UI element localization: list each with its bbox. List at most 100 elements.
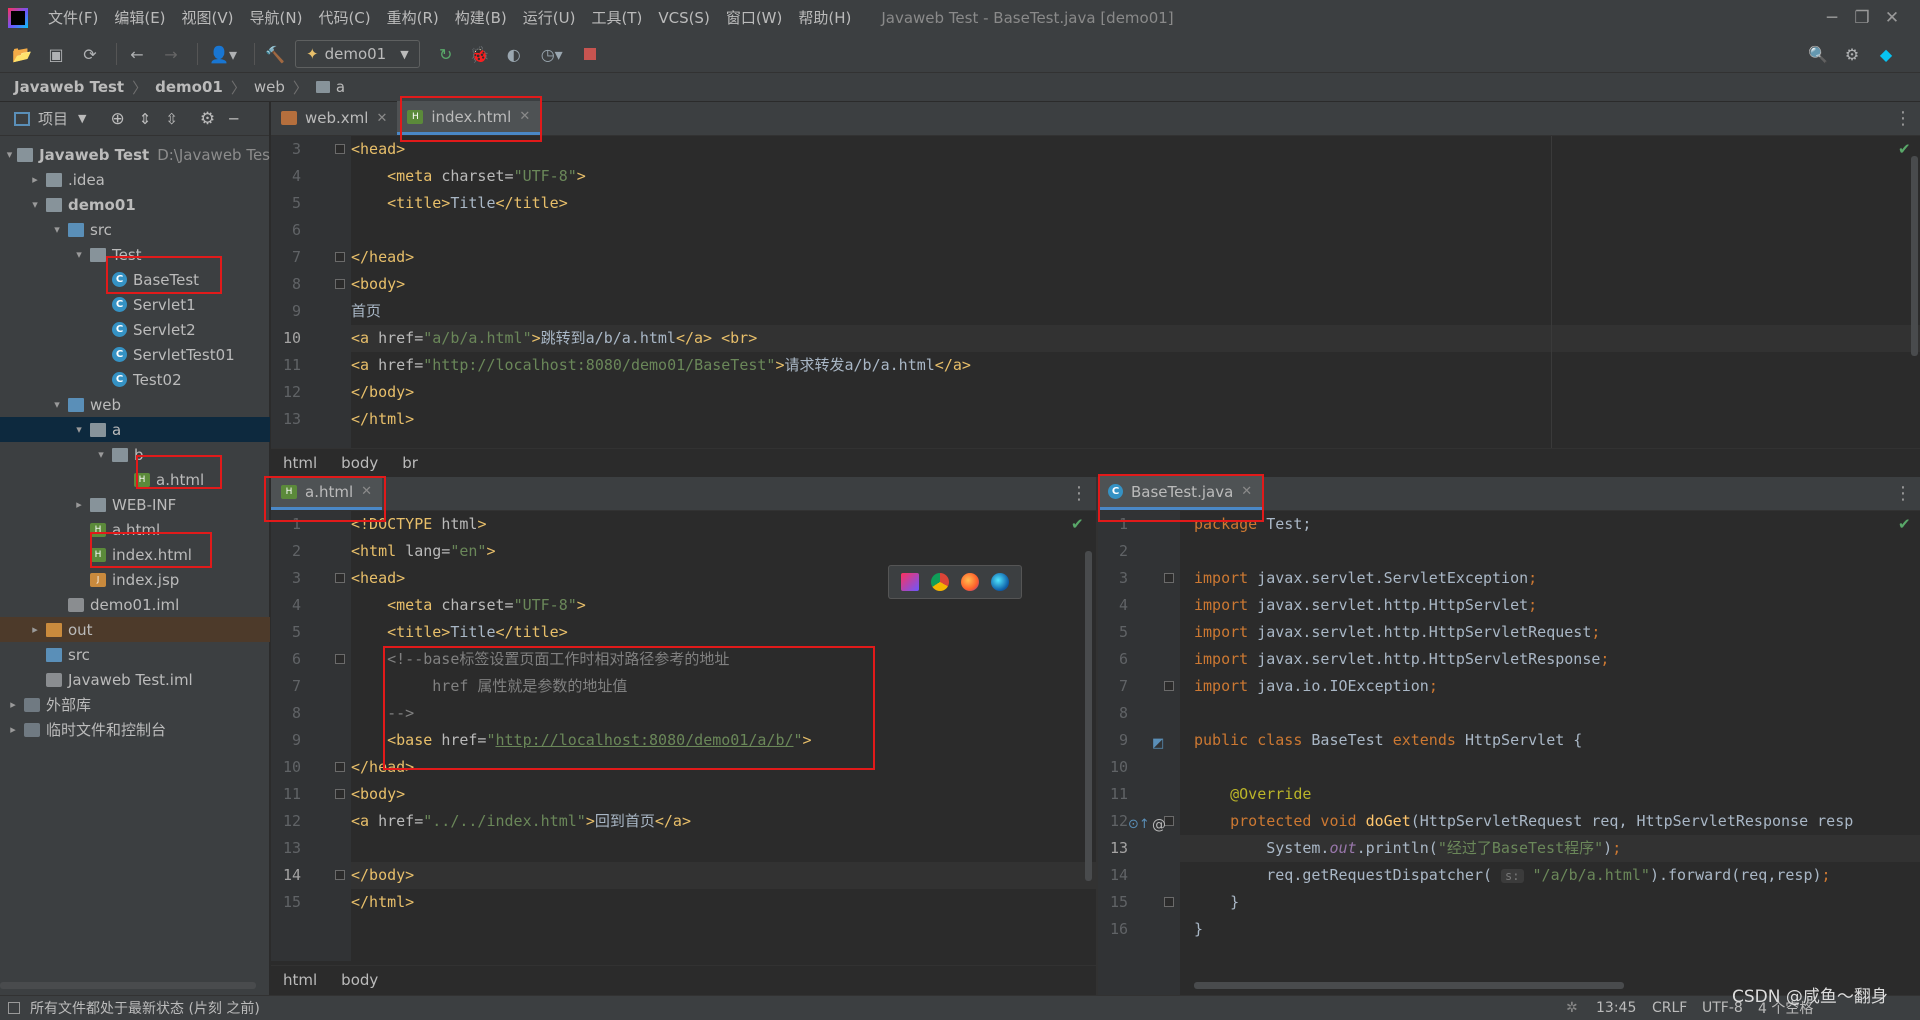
menu-item[interactable]: VCS(S) <box>650 0 717 36</box>
menu-item[interactable]: 运行(U) <box>515 0 584 36</box>
menu-item[interactable]: 工具(T) <box>583 0 650 36</box>
tree-node[interactable]: C BaseTest <box>0 267 270 292</box>
vertical-scrollbar[interactable] <box>1911 156 1918 356</box>
menu-item[interactable]: 构建(B) <box>447 0 515 36</box>
gear-icon[interactable]: ⚙ <box>1838 40 1866 68</box>
back-icon[interactable]: ← <box>123 40 151 68</box>
tab-web-xml[interactable]: web.xml ✕ <box>271 101 397 135</box>
project-view-selector[interactable]: 项目 <box>38 108 68 129</box>
tree-node[interactable]: ▾ a <box>0 417 270 442</box>
tree-node[interactable]: Hindex.html <box>0 542 270 567</box>
menu-item[interactable]: 代码(C) <box>310 0 378 36</box>
menu-item[interactable]: 导航(N) <box>242 0 311 36</box>
fold-marker-icon[interactable] <box>335 144 345 154</box>
edge-icon[interactable] <box>991 573 1009 591</box>
tab-basetest-java[interactable]: C BaseTest.java ✕ <box>1098 476 1263 510</box>
breadcrumb-folder-web[interactable]: web <box>254 78 285 96</box>
editor-breadcrumb-item[interactable]: br <box>402 454 418 472</box>
tree-node[interactable]: ▾ Javaweb Test D:\Javaweb Tes <box>0 142 270 167</box>
debug-bug-icon[interactable]: 🐞 <box>466 40 494 68</box>
chrome-icon[interactable] <box>931 573 949 591</box>
save-all-icon[interactable]: ▣ <box>42 40 70 68</box>
settings-gear-icon[interactable]: ⚙ <box>200 109 215 129</box>
implements-marker-icon[interactable]: ◩ <box>1152 736 1164 751</box>
chevron-down-icon[interactable]: ▼ <box>78 112 86 125</box>
tree-node[interactable]: ▸ .idea <box>0 167 270 192</box>
search-icon[interactable]: 🔍 <box>1804 40 1832 68</box>
top-code-editor[interactable]: 3 <head> 4 <meta charset="UTF-8"> 5 <title>… <box>271 136 1920 448</box>
fold-marker-icon[interactable] <box>1164 573 1174 583</box>
more-options-icon[interactable]: ⋮ <box>1070 483 1088 504</box>
tree-node[interactable]: ▾ demo01 <box>0 192 270 217</box>
breadcrumb-project[interactable]: Javaweb Test <box>14 78 124 96</box>
jetbrains-toolbox-icon[interactable]: ◆ <box>1872 40 1900 68</box>
breadcrumb-module[interactable]: demo01 <box>155 78 223 96</box>
hide-panel-icon[interactable]: ─ <box>229 110 238 128</box>
tree-node[interactable]: ▸ 外部库 <box>0 692 270 717</box>
chevron-right-icon[interactable]: ▸ <box>28 623 42 636</box>
close-icon[interactable]: ✕ <box>519 109 530 124</box>
tree-node[interactable]: C Test02 <box>0 367 270 392</box>
tree-node[interactable]: src <box>0 642 270 667</box>
tree-node[interactable]: ▸ 临时文件和控制台 <box>0 717 270 742</box>
editor-breadcrumb-item[interactable]: html <box>283 454 317 472</box>
tree-node[interactable]: Javaweb Test.iml <box>0 667 270 692</box>
intellij-browser-icon[interactable] <box>901 573 919 591</box>
tree-node[interactable]: C Servlet1 <box>0 292 270 317</box>
open-folder-icon[interactable]: 📂 <box>8 40 36 68</box>
locate-icon[interactable]: ⊕ <box>110 109 124 129</box>
fold-marker-icon[interactable] <box>335 762 345 772</box>
build-hammer-icon[interactable]: 🔨 <box>261 40 289 68</box>
tree-node[interactable]: ▾ web <box>0 392 270 417</box>
tree-node[interactable]: ▾ Test <box>0 242 270 267</box>
no-problems-check-icon[interactable]: ✔ <box>1071 515 1084 533</box>
tree-node[interactable]: C ServletTest01 <box>0 342 270 367</box>
chevron-down-icon[interactable]: ▾ <box>72 248 86 261</box>
chevron-down-icon[interactable]: ▾ <box>28 198 42 211</box>
rerun-icon[interactable]: ↻ <box>432 40 460 68</box>
chevron-right-icon[interactable]: ▸ <box>6 723 20 736</box>
chevron-down-icon[interactable]: ▾ <box>94 448 108 461</box>
right-code-editor[interactable]: 1 package Test; 2 3 import javax.servlet.Ser… <box>1098 511 1920 995</box>
sync-icon[interactable]: ⟳ <box>76 40 104 68</box>
user-icon[interactable]: 👤▾ <box>204 40 242 68</box>
fold-marker-icon[interactable] <box>335 252 345 262</box>
tab-index-html[interactable]: H index.html ✕ <box>397 101 541 135</box>
menu-item[interactable]: 视图(V) <box>174 0 242 36</box>
tool-window-toggle-icon[interactable] <box>8 1002 20 1014</box>
close-window-icon[interactable]: ✕ <box>1864 0 1920 36</box>
menu-item[interactable]: 窗口(W) <box>718 0 791 36</box>
chevron-right-icon[interactable]: ▸ <box>6 698 20 711</box>
tree-node[interactable]: Ha.html <box>0 517 270 542</box>
menu-item[interactable]: 重构(R) <box>379 0 447 36</box>
menu-item[interactable]: 帮助(H) <box>790 0 859 36</box>
chevron-right-icon[interactable]: ▸ <box>28 173 42 186</box>
breadcrumb-folder-a[interactable]: a <box>336 78 345 96</box>
fold-marker-icon[interactable] <box>335 870 345 880</box>
tree-node[interactable]: ▸ WEB-INF <box>0 492 270 517</box>
no-problems-check-icon[interactable]: ✔ <box>1898 515 1911 533</box>
fold-marker-icon[interactable] <box>1164 897 1174 907</box>
chevron-right-icon[interactable]: ▸ <box>72 498 86 511</box>
close-icon[interactable]: ✕ <box>361 484 372 499</box>
line-separator[interactable]: CRLF <box>1652 1000 1687 1016</box>
chevron-down-icon[interactable]: ▾ <box>50 398 64 411</box>
chevron-down-icon[interactable]: ▾ <box>72 423 86 436</box>
collapse-all-icon[interactable]: ⇳ <box>165 110 178 128</box>
stop-icon[interactable] <box>576 40 604 68</box>
tree-node[interactable]: ▸ out <box>0 617 270 642</box>
close-icon[interactable]: ✕ <box>1241 484 1252 499</box>
close-icon[interactable]: ✕ <box>376 111 387 126</box>
cursor-position[interactable]: 13:45 <box>1596 1000 1636 1016</box>
menu-item[interactable]: 编辑(E) <box>106 0 173 36</box>
tree-node[interactable]: Ha.html <box>0 467 270 492</box>
fold-marker-icon[interactable] <box>1164 681 1174 691</box>
fold-marker-icon[interactable] <box>335 573 345 583</box>
vertical-scrollbar[interactable] <box>1085 551 1092 881</box>
more-options-icon[interactable]: ⋮ <box>1894 483 1912 504</box>
profile-icon[interactable]: ◷▾ <box>534 40 570 68</box>
fold-marker-icon[interactable] <box>335 789 345 799</box>
chevron-down-icon[interactable]: ▾ <box>50 223 64 236</box>
editor-breadcrumb-item[interactable]: html <box>283 971 317 989</box>
tree-node[interactable]: Jindex.jsp <box>0 567 270 592</box>
